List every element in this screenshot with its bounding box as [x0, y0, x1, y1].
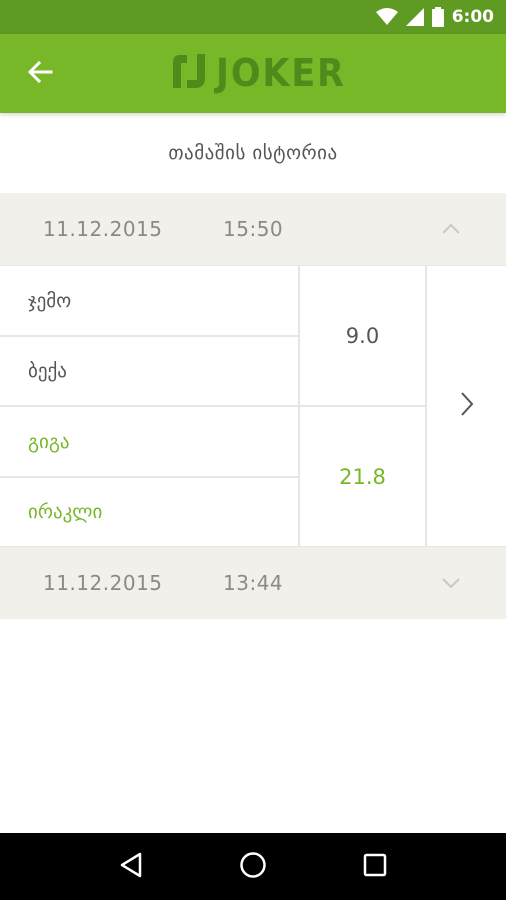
home-circle-icon — [239, 851, 267, 883]
arrow-left-icon — [27, 60, 53, 88]
session-date: 11.12.2015 — [43, 571, 163, 595]
session-time: 13:44 — [223, 571, 284, 595]
recents-square-icon — [363, 853, 387, 881]
session-header-collapsed[interactable]: 11.12.2015 13:44 — [0, 547, 506, 619]
status-bar: 6:00 — [0, 0, 506, 34]
match-details-button[interactable] — [427, 266, 506, 546]
joker-logo: JOKER — [170, 50, 357, 96]
logo-text: JOKER — [216, 51, 346, 95]
signal-icon — [405, 8, 424, 26]
team-score-winner: 21.8 — [300, 407, 425, 546]
chevron-down-icon — [440, 571, 462, 595]
joker-logo-icon — [170, 52, 208, 94]
status-time: 6:00 — [451, 7, 494, 27]
system-nav-bar — [0, 833, 506, 900]
player-name: ბექა — [0, 337, 298, 405]
wifi-icon — [375, 8, 398, 26]
session-time: 15:50 — [223, 217, 284, 241]
nav-back-button[interactable] — [109, 845, 153, 889]
battery-icon — [431, 7, 444, 27]
session-date: 11.12.2015 — [43, 217, 163, 241]
session-header-expanded[interactable]: 11.12.2015 15:50 — [0, 193, 506, 265]
page-title: თამაშის ისტორია — [168, 142, 338, 164]
back-triangle-icon — [119, 852, 143, 882]
player-name-winner: გიგა — [0, 407, 298, 476]
match-detail: ჯემო ბექა გიგა ირაკლი 9.0 21.8 — [0, 265, 506, 547]
app-bar: JOKER — [0, 34, 506, 113]
nav-home-button[interactable] — [231, 845, 275, 889]
nav-recents-button[interactable] — [353, 845, 397, 889]
chevron-up-icon — [440, 217, 462, 241]
player-name: ჯემო — [0, 266, 298, 335]
back-button[interactable] — [14, 54, 66, 94]
chevron-right-icon — [460, 391, 474, 421]
team-score: 9.0 — [300, 266, 425, 405]
player-name-winner: ირაკლი — [0, 478, 298, 546]
